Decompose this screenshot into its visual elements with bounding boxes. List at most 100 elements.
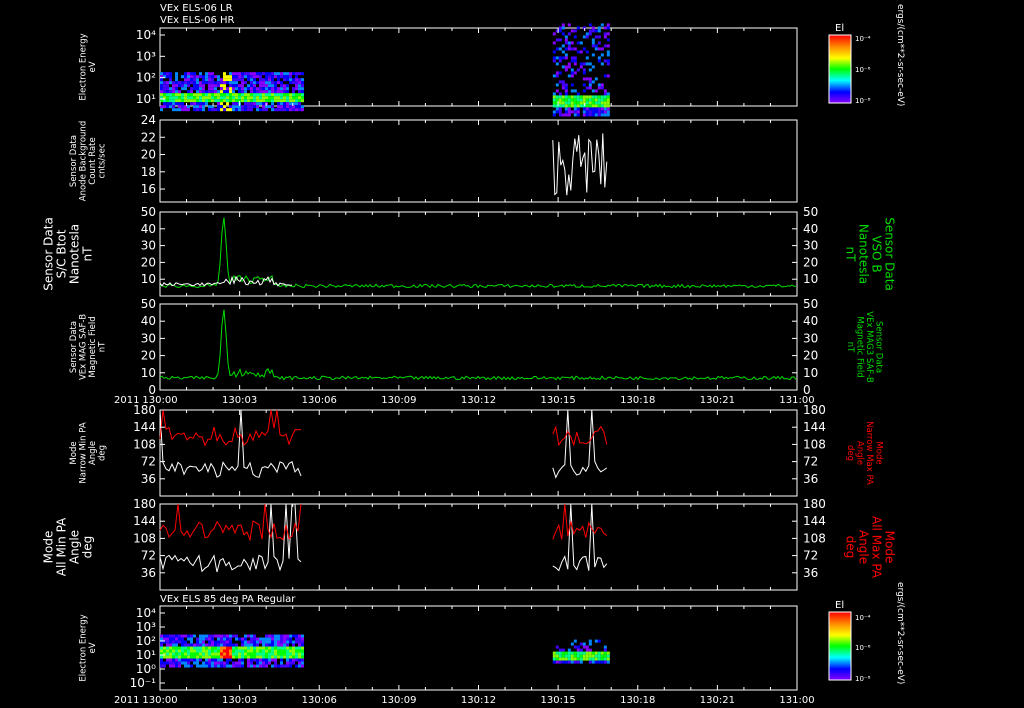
- heatmap-cell: [292, 90, 295, 94]
- heatmap-cell: [262, 640, 265, 644]
- heatmap-cell: [178, 655, 181, 659]
- heatmap-cell: [277, 75, 280, 79]
- y-axis-right-label-line: Narrow Max PA: [864, 421, 874, 485]
- heatmap-cell: [235, 102, 238, 106]
- heatmap-cell: [588, 639, 592, 643]
- y-tick-label: 10⁴: [136, 28, 156, 42]
- heatmap-cell: [244, 652, 247, 656]
- heatmap-cell: [292, 646, 295, 650]
- heatmap-cell: [244, 75, 247, 79]
- heatmap-cell: [181, 634, 184, 638]
- heatmap-cell: [265, 93, 268, 97]
- heatmap-cell: [274, 649, 277, 653]
- heatmap-cell: [202, 90, 205, 94]
- heatmap-cell: [292, 72, 295, 76]
- heatmap-cell: [606, 98, 610, 102]
- heatmap-cell: [301, 643, 304, 647]
- heatmap-cell: [244, 108, 247, 112]
- heatmap-cell: [181, 661, 184, 665]
- heatmap-cell: [232, 655, 235, 659]
- heatmap-cell: [217, 102, 220, 106]
- heatmap-cell: [202, 664, 205, 668]
- year-label-bottom: 2011: [114, 695, 139, 706]
- heatmap-cell: [594, 89, 598, 93]
- heatmap-cell: [301, 99, 304, 103]
- heatmap-cell: [277, 649, 280, 653]
- heatmap-cell: [196, 655, 199, 659]
- heatmap-cell: [582, 645, 586, 649]
- heatmap-cell: [223, 643, 226, 647]
- heatmap-cell: [295, 652, 298, 656]
- heatmap-cell: [603, 74, 607, 78]
- heatmap-cell: [555, 38, 559, 42]
- heatmap-cell: [582, 110, 586, 114]
- y-tick-label: 20: [141, 255, 156, 269]
- heatmap-cell: [597, 101, 601, 105]
- heatmap-cell: [561, 80, 565, 84]
- time-tick-label: 130:12: [461, 395, 496, 406]
- heatmap-cell: [214, 634, 217, 638]
- heatmap-cell: [199, 72, 202, 76]
- heatmap-cell: [217, 99, 220, 103]
- heatmap-cell: [193, 96, 196, 100]
- y-tick-label-right: 30: [803, 331, 818, 345]
- heatmap-cell: [283, 652, 286, 656]
- heatmap-cell: [220, 84, 223, 88]
- heatmap-cell: [301, 640, 304, 644]
- heatmap-cell: [606, 32, 610, 36]
- y-tick-label: 108: [133, 531, 156, 545]
- heatmap-cell: [214, 93, 217, 97]
- colorbar-bottom-tick-3: 10⁻⁸: [855, 675, 871, 683]
- heatmap-cell: [259, 75, 262, 79]
- heatmap-cell: [214, 661, 217, 665]
- heatmap-cell: [187, 93, 190, 97]
- heatmap-cell: [603, 660, 607, 664]
- heatmap-cell: [262, 99, 265, 103]
- heatmap-cell: [208, 658, 211, 662]
- heatmap-cell: [591, 65, 595, 69]
- heatmap-cell: [582, 68, 586, 72]
- heatmap-cell: [199, 105, 202, 109]
- heatmap-cell: [232, 102, 235, 106]
- heatmap-cell: [202, 661, 205, 665]
- heatmap-cell: [588, 86, 592, 90]
- y-axis-right-label-line: VEx MAG3 SAF-B: [864, 311, 874, 383]
- heatmap-cell: [241, 87, 244, 91]
- heatmap-cell: [229, 99, 232, 103]
- heatmap-cell: [606, 101, 610, 105]
- heatmap-cell: [274, 81, 277, 85]
- heatmap-cell: [295, 634, 298, 638]
- heatmap-cell: [274, 96, 277, 100]
- heatmap-cell: [163, 99, 166, 103]
- heatmap-cell: [274, 652, 277, 656]
- heatmap-cell: [564, 654, 568, 658]
- heatmap-cell: [555, 62, 559, 66]
- time-tick-label: 130:15: [541, 695, 576, 706]
- heatmap-cell: [606, 104, 610, 108]
- heatmap-cell: [187, 108, 190, 112]
- heatmap-cell: [253, 105, 256, 109]
- heatmap-cell: [169, 75, 172, 79]
- heatmap-cell: [169, 643, 172, 647]
- heatmap-cell: [271, 99, 274, 103]
- heatmap-cell: [199, 649, 202, 653]
- heatmap-cell: [220, 105, 223, 109]
- heatmap-cell: [232, 99, 235, 103]
- heatmap-cell: [160, 661, 163, 665]
- heatmap-cell: [567, 95, 571, 99]
- heatmap-cell: [564, 98, 568, 102]
- heatmap-cell: [561, 654, 565, 658]
- heatmap-cell: [591, 101, 595, 105]
- heatmap-cell: [301, 105, 304, 109]
- heatmap-cell: [229, 84, 232, 88]
- heatmap-cell: [277, 646, 280, 650]
- heatmap-cell: [232, 84, 235, 88]
- heatmap-cell: [561, 104, 565, 108]
- heatmap-cell: [600, 83, 604, 87]
- heatmap-cell: [247, 99, 250, 103]
- heatmap-cell: [223, 664, 226, 668]
- heatmap-cell: [181, 649, 184, 653]
- heatmap-cell: [277, 78, 280, 82]
- heatmap-cell: [169, 658, 172, 662]
- heatmap-cell: [247, 87, 250, 91]
